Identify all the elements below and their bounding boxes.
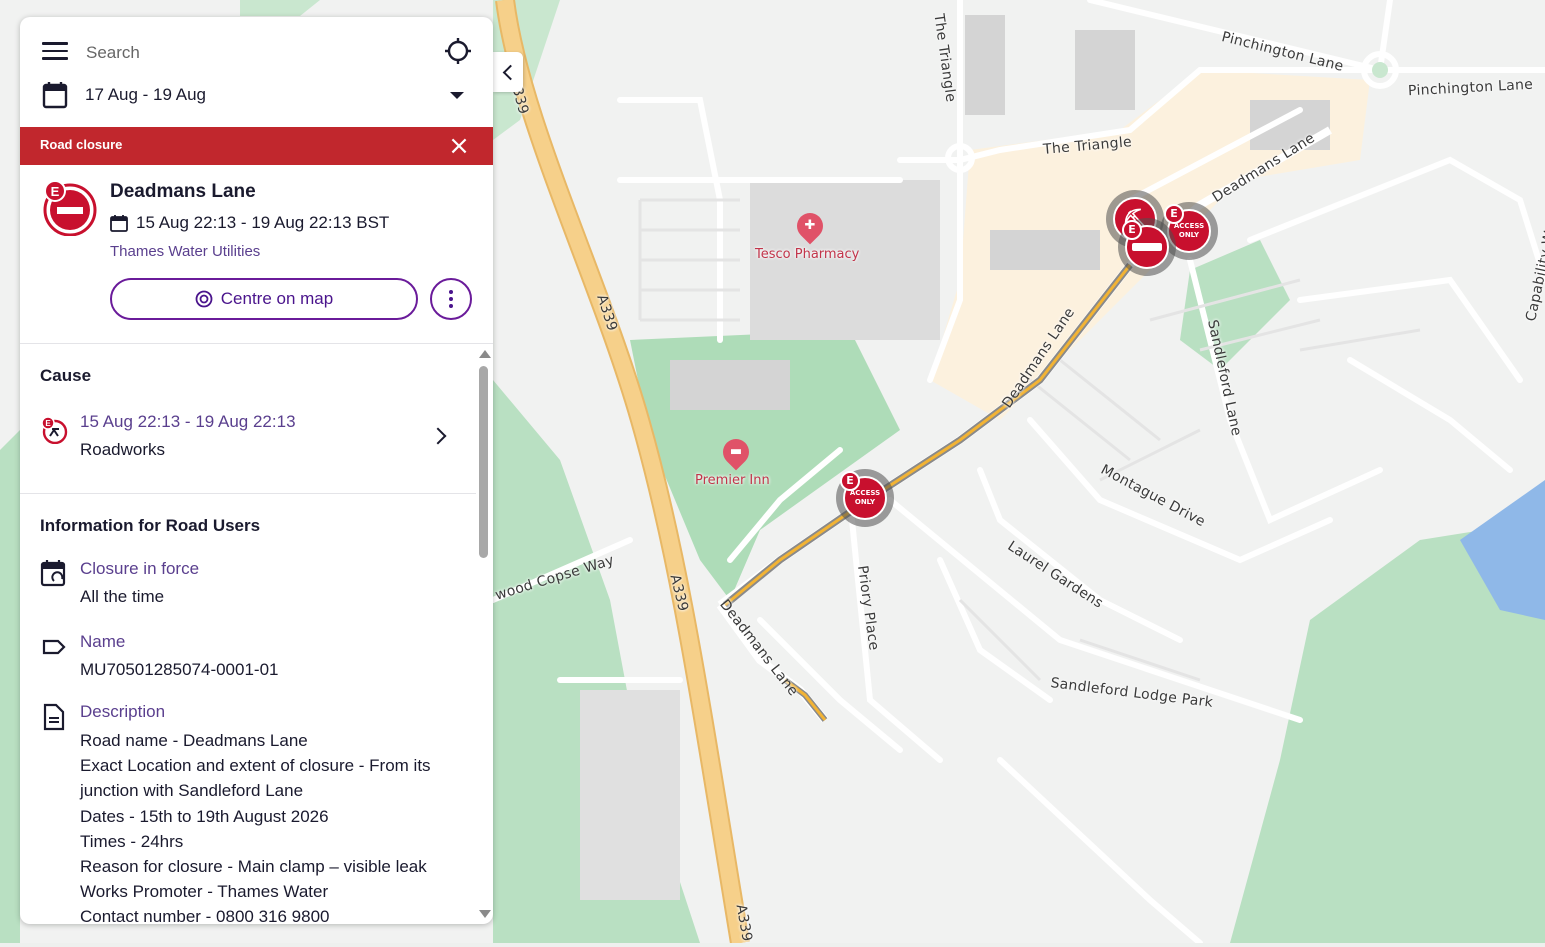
description-label: Description	[80, 702, 166, 721]
poi-premier-inn[interactable]: Premier Inn	[695, 473, 770, 488]
closure-header: Road closure ×	[20, 127, 493, 165]
date-filter[interactable]: 17 Aug - 19 Aug	[20, 79, 493, 113]
search-input[interactable]	[84, 38, 428, 68]
closure-value: All the time	[80, 587, 165, 606]
description-line: Works Promoter - Thames Water	[80, 882, 329, 902]
side-panel: 17 Aug - 19 Aug Road closure × E Deadman…	[20, 17, 493, 924]
name-value: MU70501285074-0001-01	[80, 660, 279, 679]
centre-on-map-label: Centre on map	[220, 289, 334, 308]
event-badge: E	[840, 471, 860, 491]
more-options-button[interactable]	[430, 278, 472, 320]
description-line: Dates - 15th to 19th August 2026	[80, 806, 329, 826]
event-badge: E	[1164, 204, 1184, 224]
scrollbar-thumb[interactable]	[479, 366, 488, 558]
description-line: Reason for closure - Main clamp – visibl…	[80, 857, 427, 877]
menu-icon[interactable]	[42, 42, 68, 62]
description-line: Contact number - 0800 316 9800	[80, 907, 330, 924]
name-label: Name	[80, 632, 126, 651]
info-heading: Information for Road Users	[40, 516, 261, 535]
calendar-icon	[42, 82, 68, 109]
centre-on-map-button[interactable]: Centre on map	[110, 278, 418, 320]
organisation-name: Thames Water Utilities	[110, 243, 261, 260]
cause-heading: Cause	[40, 366, 92, 385]
dropdown-arrow-icon[interactable]	[450, 92, 464, 99]
road-name: Deadmans Lane	[110, 181, 256, 202]
event-period: 15 Aug 22:13 - 19 Aug 22:13 BST	[110, 213, 389, 233]
cause-item[interactable]: E 15 Aug 22:13 - 19 Aug 22:13 Roadworks	[20, 408, 476, 468]
details-scroll-area[interactable]: Cause E 15 Aug 22:13 - 19 Aug 22:13 Road…	[20, 344, 493, 924]
description-line: Times - 24hrs	[80, 831, 184, 851]
description-line: Exact Location and extent of closure - F…	[80, 756, 431, 801]
hotel-icon[interactable]: ▬	[717, 433, 755, 471]
search-bar	[20, 32, 493, 72]
date-range-value: 17 Aug - 19 Aug	[85, 85, 206, 104]
tag-icon	[42, 639, 66, 655]
description-text: Road name - Deadmans Lane Exact Location…	[80, 728, 465, 924]
cause-date: 15 Aug 22:13 - 19 Aug 22:13	[80, 412, 296, 431]
locate-icon[interactable]	[444, 37, 472, 65]
svg-text:E: E	[51, 184, 60, 199]
document-icon	[43, 703, 65, 731]
scroll-down-arrow-icon[interactable]	[479, 910, 491, 918]
event-period-text: 15 Aug 22:13 - 19 Aug 22:13 BST	[136, 213, 390, 232]
access-only-marker[interactable]: ACCESS ONLY E	[836, 469, 894, 527]
svg-text:E: E	[45, 419, 51, 428]
close-icon[interactable]: ×	[446, 133, 472, 159]
chevron-left-icon	[502, 64, 519, 81]
road-closed-marker[interactable]: E	[1118, 218, 1176, 276]
description-line: Road name - Deadmans Lane	[80, 731, 308, 750]
event-badge: E	[1122, 220, 1142, 240]
collapse-panel-button[interactable]	[493, 52, 523, 92]
chevron-right-icon	[429, 427, 447, 445]
scroll-up-arrow-icon[interactable]	[479, 350, 491, 358]
calendar-icon	[110, 215, 128, 232]
closure-type-label: Road closure	[40, 137, 123, 152]
pharmacy-icon[interactable]: ✚	[791, 207, 829, 245]
divider	[20, 493, 476, 494]
closure-label: Closure in force	[80, 559, 200, 578]
cause-type: Roadworks	[80, 440, 166, 459]
roadworks-icon: E	[41, 416, 68, 444]
poi-tesco-pharmacy[interactable]: Tesco Pharmacy	[755, 247, 859, 262]
road-closed-icon: E	[43, 180, 97, 236]
calendar-sync-icon	[40, 560, 66, 587]
event-summary: E Deadmans Lane 15 Aug 22:13 - 19 Aug 22…	[20, 165, 493, 344]
target-icon	[195, 290, 213, 308]
